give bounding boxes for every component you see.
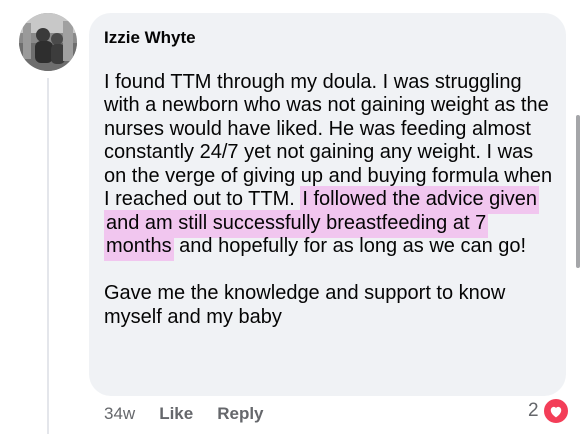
avatar-photo [19,13,77,71]
comment-timestamp[interactable]: 34w [104,404,135,424]
reply-button[interactable]: Reply [217,404,263,424]
comment-actions: 34w Like Reply [104,403,288,425]
scrollbar[interactable] [576,115,580,268]
reaction-summary[interactable]: 2 [528,397,570,425]
like-button[interactable]: Like [159,404,193,424]
heart-icon [541,397,570,425]
avatar[interactable] [19,13,77,71]
comment-text-after: and hopefully for as long as we can go! [173,235,527,257]
reaction-count: 2 [528,400,539,421]
comment-author[interactable]: Izzie Whyte [104,28,196,48]
comment-paragraph-1: I found TTM through my doula. I was stru… [104,71,559,261]
thread-line [47,78,49,434]
comment-paragraph-2: Gave me the knowledge and support to kno… [104,282,506,328]
comment-text: I found TTM through my doula. I was stru… [104,47,559,353]
